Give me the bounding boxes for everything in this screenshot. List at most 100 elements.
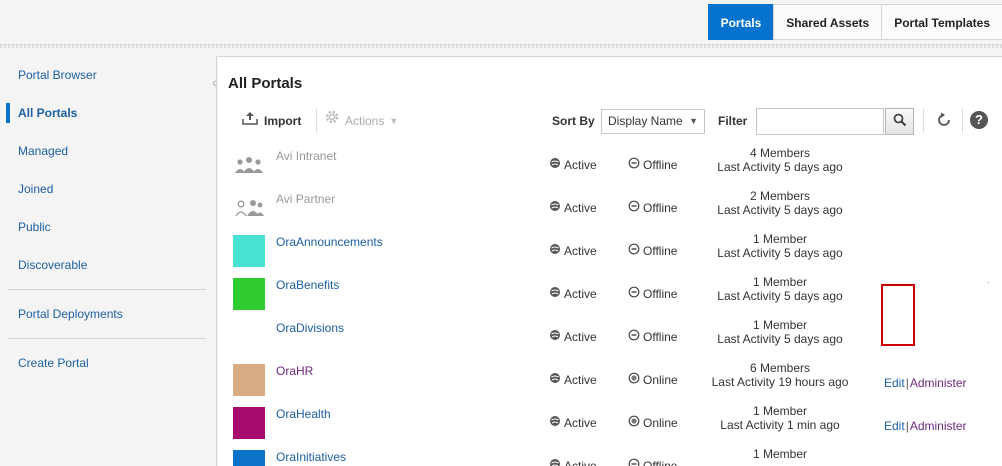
status-cell: Active — [549, 157, 597, 172]
offline-icon — [628, 286, 640, 301]
sidebar-item-joined[interactable]: Joined — [0, 170, 216, 208]
portal-name-link[interactable]: OraBenefits — [276, 278, 339, 292]
administer-link[interactable]: Administer — [910, 376, 967, 390]
portal-thumbnail[interactable] — [233, 450, 265, 466]
member-count: 1 Member — [752, 275, 808, 289]
globe-icon — [549, 243, 561, 258]
collapse-sidebar-icon[interactable]: ‹ — [212, 74, 217, 90]
separator: | — [905, 376, 909, 390]
tab-portal-templates[interactable]: Portal Templates — [881, 4, 1002, 40]
import-button[interactable]: Import — [242, 107, 301, 135]
portal-name-link[interactable]: OraAnnouncements — [276, 235, 383, 249]
table-row[interactable]: OraInitiatives Active Offline 1 Member — [218, 445, 1002, 466]
member-count: 1 Member — [752, 447, 808, 461]
portal-name-link[interactable]: OraHR — [276, 364, 313, 378]
member-count: 4 Members — [749, 146, 811, 160]
portal-list: Avi Intranet Active Offline 4 Members Last A… — [218, 144, 1002, 466]
portal-name-link[interactable]: Avi Partner — [276, 192, 335, 206]
sidebar-item-managed[interactable]: Managed — [0, 132, 216, 170]
table-row[interactable]: OraDivisions Active Offline 1 Member Last Ac… — [218, 316, 1002, 359]
row-actions: Edit | Administer — [884, 376, 967, 390]
edit-link[interactable]: Edit — [884, 419, 905, 433]
offline-icon — [628, 243, 640, 258]
table-row[interactable]: OraHealth Active Online 1 Member Last Activi… — [218, 402, 1002, 445]
online-cell: Offline — [628, 157, 677, 172]
table-row[interactable]: OraBenefits Active Offline 1 Member Last Act… — [218, 273, 1002, 316]
online-state-text: Offline — [643, 243, 678, 258]
members-cell: 4 Members Last Activity 5 days ago — [698, 146, 862, 174]
refresh-button[interactable] — [933, 110, 955, 132]
last-activity: Last Activity 5 days ago — [717, 203, 843, 217]
table-row[interactable]: OraAnnouncements Active Offline 1 Member Las… — [218, 230, 1002, 273]
portal-name-link[interactable]: OraDivisions — [276, 321, 344, 335]
offline-icon — [628, 157, 640, 172]
sort-by-label: Sort By — [552, 114, 595, 128]
table-row[interactable]: OraHR Active Online 6 Members Last Activity … — [218, 359, 1002, 402]
sidebar-item-all-portals[interactable]: All Portals — [0, 94, 216, 132]
group-icon[interactable] — [233, 149, 265, 181]
member-count: 6 Members — [749, 361, 811, 375]
status-text: Active — [564, 372, 597, 387]
sidebar-item-create-portal[interactable]: Create Portal — [0, 344, 216, 382]
actions-menu[interactable]: Actions ▼ — [324, 107, 398, 135]
globe-icon — [549, 458, 561, 466]
member-count: 1 Member — [752, 232, 808, 246]
search-button[interactable] — [885, 108, 914, 135]
search-icon — [893, 113, 907, 130]
online-cell: Offline — [628, 286, 677, 301]
members-cell: 1 Member Last Activity 5 days ago — [698, 275, 862, 303]
globe-icon — [549, 286, 561, 301]
globe-icon — [549, 329, 561, 344]
sidebar-item-discoverable[interactable]: Discoverable — [0, 246, 216, 284]
main-panel: All Portals Import Actions ▼ Sort By Dis… — [218, 56, 1002, 466]
portal-name-link[interactable]: OraHealth — [276, 407, 331, 421]
separator: | — [905, 419, 909, 433]
toolbar-divider — [923, 109, 924, 133]
online-icon — [628, 415, 640, 430]
globe-icon — [549, 157, 561, 172]
offline-icon — [628, 200, 640, 215]
administer-link[interactable]: Administer — [910, 419, 967, 433]
portal-thumbnail[interactable] — [233, 235, 265, 267]
tab-portals[interactable]: Portals — [707, 4, 774, 40]
sort-by-select[interactable]: Display Name ▼ — [601, 109, 705, 134]
members-cell: 6 Members Last Activity 19 hours ago — [698, 361, 862, 389]
status-text: Active — [564, 415, 597, 430]
online-state-text: Online — [643, 372, 678, 387]
edit-link[interactable]: Edit — [884, 376, 905, 390]
last-activity: Last Activity 5 days ago — [717, 160, 843, 174]
artifact-dot — [988, 282, 989, 283]
tab-shared-assets[interactable]: Shared Assets — [773, 4, 882, 40]
offline-icon — [628, 458, 640, 466]
sidebar-item-public[interactable]: Public — [0, 208, 216, 246]
status-cell: Active — [549, 243, 597, 258]
status-cell: Active — [549, 200, 597, 215]
portal-thumbnail[interactable] — [233, 407, 265, 439]
status-cell: Active — [549, 286, 597, 301]
offline-icon — [628, 329, 640, 344]
filter-input[interactable] — [756, 108, 884, 135]
sidebar-divider — [8, 289, 206, 290]
portal-thumbnail[interactable] — [233, 364, 265, 396]
group-icon[interactable] — [233, 192, 265, 224]
members-cell: 1 Member Last Activity 5 days ago — [698, 232, 862, 260]
members-cell: 2 Members Last Activity 5 days ago — [698, 189, 862, 217]
table-row[interactable]: Avi Partner Active Offline 2 Members Last Ac… — [218, 187, 1002, 230]
last-activity: Last Activity 5 days ago — [717, 289, 843, 303]
member-count: 1 Member — [752, 404, 808, 418]
filter-label: Filter — [718, 114, 748, 128]
table-row[interactable]: Avi Intranet Active Offline 4 Members Last A… — [218, 144, 1002, 187]
online-cell: Offline — [628, 243, 677, 258]
sidebar-item-portal-browser[interactable]: Portal Browser — [0, 56, 216, 94]
portal-name-link[interactable]: OraInitiatives — [276, 450, 346, 464]
portal-thumbnail[interactable] — [233, 278, 265, 310]
portal-name-link[interactable]: Avi Intranet — [276, 149, 336, 163]
import-label: Import — [264, 114, 302, 128]
online-icon — [628, 372, 640, 387]
sidebar-item-portal-deployments[interactable]: Portal Deployments — [0, 295, 216, 333]
status-text: Active — [564, 329, 597, 344]
status-text: Active — [564, 286, 597, 301]
help-icon[interactable]: ? — [970, 111, 988, 129]
last-activity: Last Activity 19 hours ago — [711, 375, 849, 389]
status-text: Active — [564, 458, 597, 466]
